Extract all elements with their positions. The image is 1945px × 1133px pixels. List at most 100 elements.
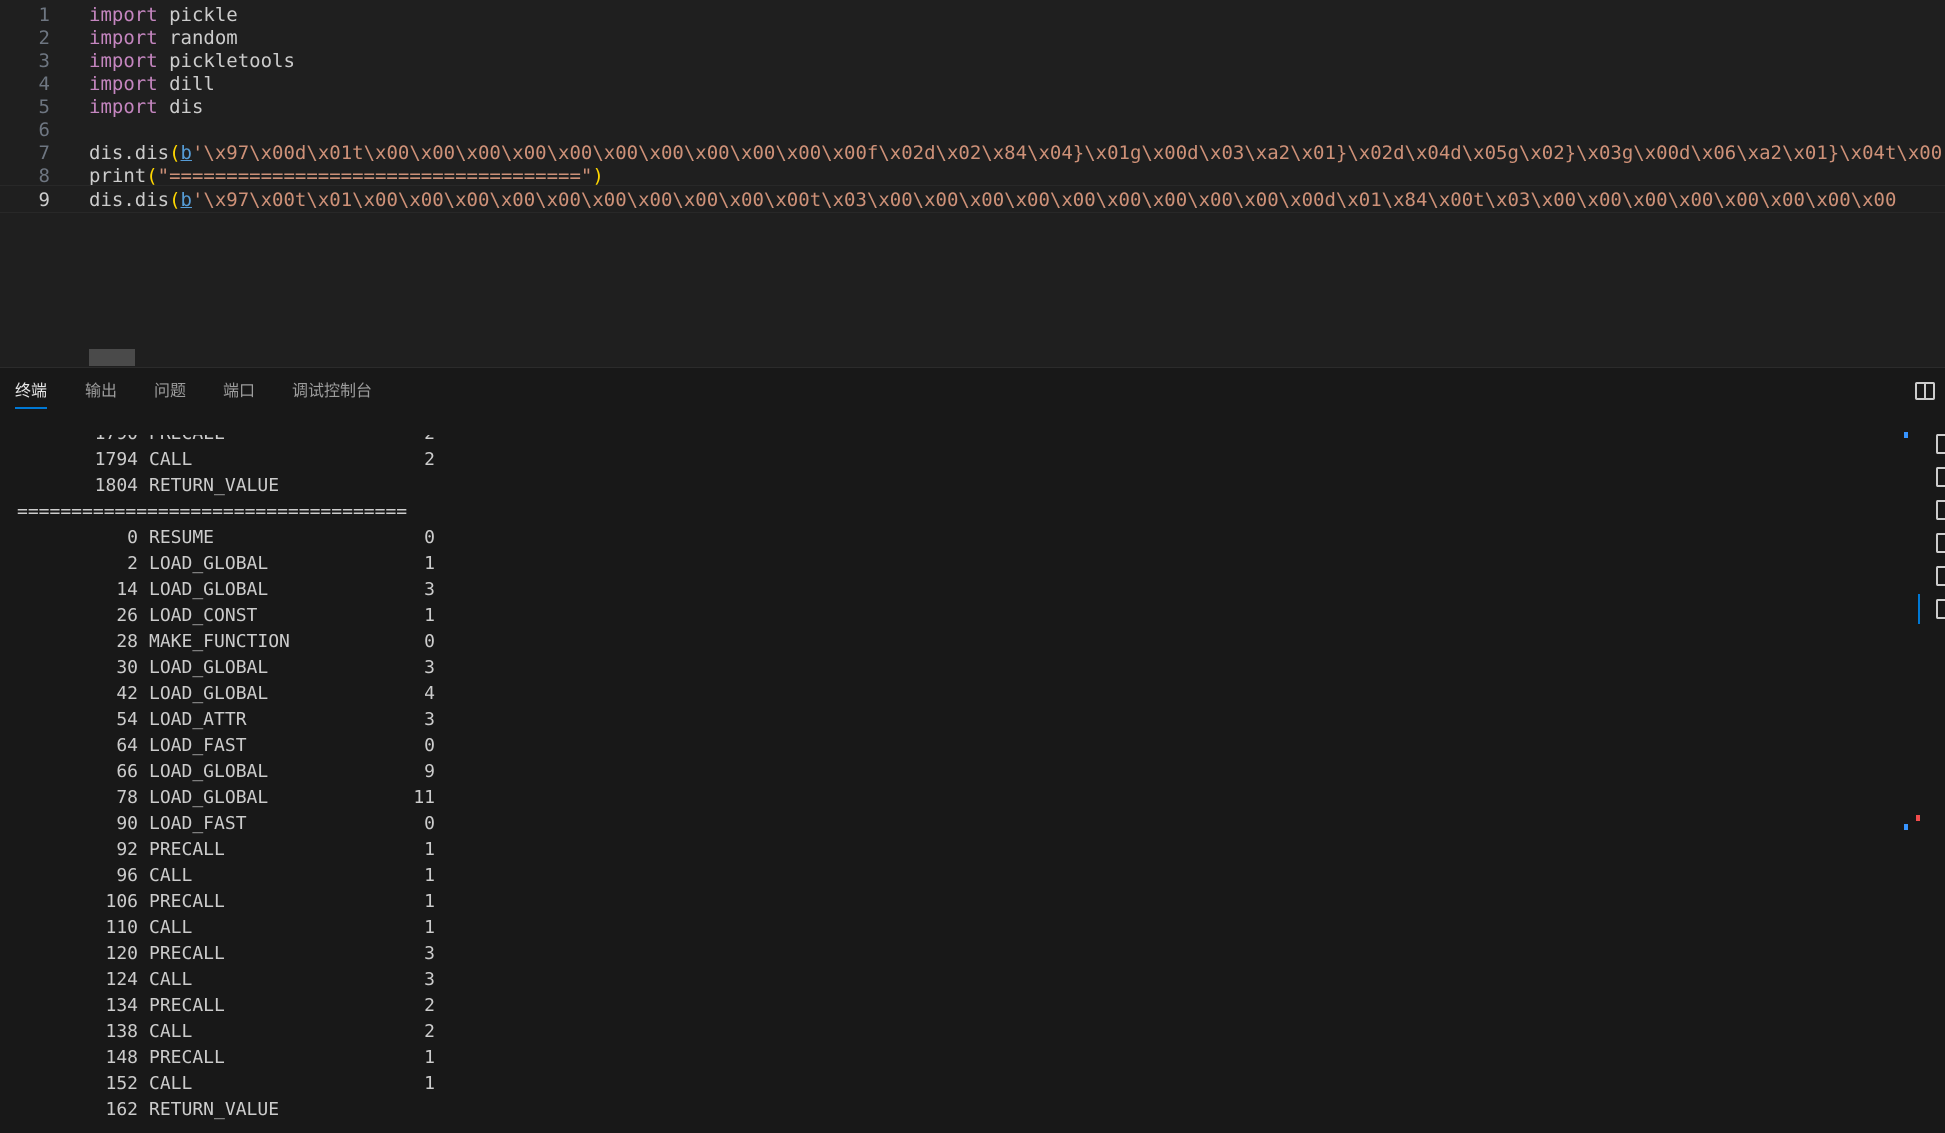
terminal-line: 26 LOAD_CONST 1 — [0, 603, 600, 629]
code-token: ( — [169, 142, 181, 164]
terminal-output[interactable]: 1790PRECALL21794CALL21804 RETURN_VALUE ===… — [0, 435, 1890, 1133]
terminal-list — [1918, 428, 1945, 628]
terminal-line: 152 CALL 1 — [0, 1071, 600, 1097]
opcode-name: RETURN_VALUE — [149, 475, 280, 496]
terminal-line: 134 PRECALL 2 — [0, 993, 600, 1019]
scrollbar-marker — [1904, 824, 1908, 830]
opcode-arg: 11 — [413, 787, 435, 808]
terminal-line: 110 CALL 1 — [0, 915, 600, 941]
active-terminal-indicator — [1918, 594, 1920, 624]
opcode-arg: 4 — [424, 683, 435, 704]
terminal-line: 30 LOAD_GLOBAL 3 — [0, 655, 600, 681]
terminal-line: 124 CALL 3 — [0, 967, 600, 993]
code-token: '\x97\x00t\x01\x00\x00\x00\x00\x00\x00\x… — [191, 189, 1897, 211]
opcode-arg: 2 — [424, 995, 435, 1016]
opcode-arg: 3 — [424, 579, 435, 600]
horizontal-scrollbar[interactable] — [89, 349, 135, 366]
terminal-icon[interactable] — [1936, 467, 1945, 487]
opcode-arg: 0 — [424, 527, 435, 548]
code-token: b — [180, 142, 192, 164]
code-line[interactable]: 9 dis.dis(b'\x97\x00t\x01\x00\x00\x00\x00… — [0, 185, 1945, 213]
terminal-line: 120 PRECALL 3 — [0, 941, 600, 967]
bytecode-offset: 1804 — [94, 475, 138, 496]
opcode-arg: 2 — [424, 449, 435, 470]
panel-tabs: 终端 输出 问题 端口 调试控制台 — [0, 368, 1945, 412]
terminal-line: 78 LOAD_GLOBAL 11 — [0, 785, 600, 811]
bytecode-offset: 162 — [105, 1099, 138, 1120]
terminal-icon[interactable] — [1936, 566, 1945, 586]
terminal-icon[interactable] — [1936, 434, 1945, 454]
opcode-name: RETURN_VALUE — [149, 1099, 280, 1120]
code-token: ( — [169, 189, 181, 211]
opcode-arg: 0 — [424, 631, 435, 652]
opcode-arg: 1 — [424, 605, 435, 626]
terminal-icon[interactable] — [1936, 533, 1945, 553]
opcode-arg: 1 — [424, 1073, 435, 1094]
code-token: dis — [157, 96, 204, 118]
terminal-icon[interactable] — [1936, 500, 1945, 520]
terminal-line: 92 PRECALL 1 — [0, 837, 600, 863]
code-token: import — [89, 27, 158, 49]
terminal-line: 106 PRECALL 1 — [0, 889, 600, 915]
opcode-arg: 3 — [424, 657, 435, 678]
terminal-line: 2 LOAD_GLOBAL 1 — [0, 551, 600, 577]
code-token: dill — [157, 73, 215, 95]
terminal-line: 14 LOAD_GLOBAL 3 — [0, 577, 600, 603]
separator-text: ==================================== — [17, 501, 408, 522]
split-terminal-icon[interactable] — [1915, 382, 1935, 400]
terminal-line: 138 CALL 2 — [0, 1019, 600, 1045]
tab-4[interactable]: 调试控制台 — [292, 381, 372, 409]
code-token: import — [89, 50, 158, 72]
opcode-arg: 3 — [424, 943, 435, 964]
terminal-line: 66 LOAD_GLOBAL 9 — [0, 759, 600, 785]
terminal-line: 148 PRECALL 1 — [0, 1045, 600, 1071]
terminal-line: 96 CALL 1 — [0, 863, 600, 889]
code-token: pickle — [157, 4, 238, 26]
scrollbar-marker — [1916, 815, 1920, 821]
opcode-arg: 3 — [424, 969, 435, 990]
terminal-line: 42 LOAD_GLOBAL 4 — [0, 681, 600, 707]
opcode-arg: 1 — [424, 865, 435, 886]
opcode-arg: 1 — [424, 1047, 435, 1068]
code-token: pickletools — [157, 50, 295, 72]
scrollbar-marker — [1904, 432, 1908, 438]
code-token: dis.dis — [89, 189, 170, 211]
terminal-line: 54 LOAD_ATTR 3 — [0, 707, 600, 733]
terminal-line: 64 LOAD_FAST 0 — [0, 733, 600, 759]
tab-3[interactable]: 端口 — [223, 381, 255, 409]
line-number: 9 — [38, 189, 50, 211]
bottom-panel: 终端 输出 问题 端口 调试控制台 1790PRECALL21794CALL21804 R… — [0, 368, 1945, 1133]
code-token: dis.dis — [89, 142, 170, 164]
terminal-line: 1804 RETURN_VALUE — [0, 473, 600, 499]
terminal-line: 162 RETURN_VALUE — [0, 1097, 600, 1123]
terminal-line: 1790PRECALL2 — [0, 435, 600, 447]
terminal-line: 28 MAKE_FUNCTION 0 — [0, 629, 600, 655]
code-token: import — [89, 4, 158, 26]
code-editor[interactable]: 1 import pickle 2 import random 3 import pick… — [0, 0, 1945, 367]
opcode-arg: 1 — [424, 553, 435, 574]
opcode-arg: 1 — [424, 891, 435, 912]
terminal-line: 0 RESUME 0 — [0, 525, 600, 551]
code-token: ( — [146, 165, 158, 187]
code-token: print — [89, 165, 147, 187]
code-token: "====================================" — [157, 165, 593, 187]
terminal-line: ==================================== — [0, 499, 600, 525]
tab-0[interactable]: 终端 — [15, 381, 48, 409]
terminal-line: 90 LOAD_FAST 0 — [0, 811, 600, 837]
code-token: '\x97\x00d\x01t\x00\x00\x00\x00\x00\x00\… — [191, 142, 1943, 164]
opcode-arg: 1 — [424, 917, 435, 938]
code-token: import — [89, 96, 158, 118]
code-token: b — [180, 189, 192, 211]
tab-1[interactable]: 输出 — [85, 381, 117, 409]
opcode-arg: 0 — [424, 813, 435, 834]
opcode-arg: 1 — [424, 839, 435, 860]
code-text: dis.dis(b'\x97\x00t\x01\x00\x00\x00\x00\… — [89, 186, 1896, 214]
code-token: ) — [592, 165, 604, 187]
code-token: random — [157, 27, 238, 49]
terminal-icon[interactable] — [1936, 599, 1945, 619]
opcode-arg: 2 — [0, 435, 435, 447]
opcode-arg: 0 — [424, 735, 435, 756]
tab-2[interactable]: 问题 — [154, 381, 186, 409]
code-token: import — [89, 73, 158, 95]
opcode-arg: 9 — [424, 761, 435, 782]
